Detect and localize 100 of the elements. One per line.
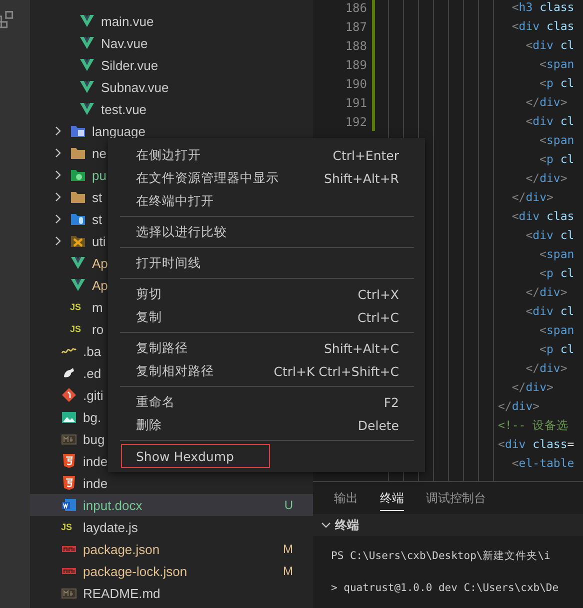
code-line: </div> bbox=[498, 398, 540, 415]
code-line: </div> bbox=[510, 189, 554, 206]
folder-icon bbox=[70, 145, 86, 161]
file-name[interactable]: st bbox=[92, 212, 102, 226]
file-name[interactable]: Silder.vue bbox=[101, 58, 158, 72]
chevron-right-icon[interactable] bbox=[53, 214, 63, 224]
file-name[interactable]: ro bbox=[92, 322, 104, 336]
menu-item[interactable]: 复制路径 Shift+Alt+C bbox=[108, 337, 425, 360]
menu-item[interactable]: 在终端中打开 bbox=[108, 190, 425, 213]
image-icon bbox=[61, 409, 77, 425]
folder-icon bbox=[70, 123, 86, 139]
code-line: <p cl bbox=[538, 75, 574, 92]
vue-icon bbox=[70, 255, 86, 271]
code-line: <div cl bbox=[524, 113, 574, 130]
code-line: <p cl bbox=[538, 151, 574, 168]
terminal-line: > quatrust@1.0.0 dev C:\Users\cxb\De bbox=[331, 581, 560, 596]
vue-icon bbox=[79, 13, 95, 29]
code-line: <div cl bbox=[524, 303, 574, 320]
code-line: <div cl bbox=[524, 37, 574, 54]
file-name[interactable]: bg. bbox=[83, 410, 102, 424]
js-file-icon: JS bbox=[61, 522, 77, 532]
git-status-letter: U bbox=[284, 498, 293, 512]
js-file-icon: JS bbox=[70, 324, 86, 334]
line-number: 192 bbox=[345, 114, 367, 128]
line-number: 186 bbox=[345, 0, 367, 14]
folder-icon bbox=[70, 211, 86, 227]
vue-icon bbox=[79, 35, 95, 51]
file-name[interactable]: bug bbox=[83, 432, 105, 446]
file-name[interactable]: package-lock.json bbox=[83, 564, 188, 578]
code-line: <span bbox=[538, 132, 574, 149]
chevron-right-icon[interactable] bbox=[53, 236, 63, 246]
html5-icon bbox=[61, 453, 77, 469]
line-number: 190 bbox=[345, 76, 367, 90]
vue-icon bbox=[79, 79, 95, 95]
menu-item[interactable]: 复制相对路径 Ctrl+K Ctrl+Shift+C bbox=[108, 360, 425, 383]
line-number: 189 bbox=[345, 58, 367, 72]
file-name[interactable]: .ba bbox=[83, 344, 102, 358]
file-name[interactable]: package.json bbox=[83, 542, 160, 556]
file-name[interactable]: Ap bbox=[92, 278, 108, 292]
word-icon bbox=[61, 497, 77, 513]
code-line: <span bbox=[538, 322, 574, 339]
git-icon bbox=[61, 387, 77, 403]
line-number: 187 bbox=[345, 20, 367, 34]
code-line: <!-- 设备选 bbox=[498, 417, 569, 434]
js-file-icon: JS bbox=[70, 302, 86, 312]
extensions-icon[interactable] bbox=[0, 9, 16, 31]
file-name[interactable]: m bbox=[92, 300, 103, 314]
panel-tab[interactable]: 调试控制台 bbox=[426, 485, 486, 511]
menu-item[interactable]: 重命名 F2 bbox=[108, 391, 425, 414]
menu-item[interactable]: Show Hexdump bbox=[122, 445, 269, 467]
section-title: 终端 bbox=[335, 516, 359, 534]
code-line: <h3 class bbox=[510, 0, 574, 16]
file-name[interactable]: .ed bbox=[83, 366, 102, 380]
git-status-letter: M bbox=[283, 564, 293, 578]
menu-item[interactable]: 在文件资源管理器中显示 Shift+Alt+R bbox=[108, 167, 425, 190]
file-name[interactable]: uti bbox=[92, 234, 106, 248]
panel-tab[interactable]: 输出 bbox=[334, 485, 358, 511]
menu-item[interactable]: 删除 Delete bbox=[108, 414, 425, 437]
chevron-right-icon[interactable] bbox=[53, 126, 63, 136]
file-name[interactable]: pu bbox=[92, 168, 106, 182]
vue-icon bbox=[79, 57, 95, 73]
line-number: 191 bbox=[345, 96, 367, 110]
file-name[interactable]: Subnav.vue bbox=[101, 80, 169, 94]
file-name[interactable]: Ap bbox=[92, 256, 108, 270]
code-line: </div> bbox=[510, 379, 554, 396]
menu-item[interactable]: 在侧边打开 Ctrl+Enter bbox=[108, 144, 425, 167]
file-name[interactable]: test.vue bbox=[101, 102, 147, 116]
vue-icon bbox=[70, 277, 86, 293]
code-line: </div> bbox=[524, 170, 568, 187]
code-line: </div> bbox=[524, 284, 568, 301]
file-name[interactable]: inde bbox=[83, 454, 108, 468]
file-name[interactable]: input.docx bbox=[83, 498, 142, 512]
line-number: 188 bbox=[345, 38, 367, 52]
html5-icon bbox=[61, 475, 77, 491]
chevron-right-icon[interactable] bbox=[53, 170, 63, 180]
file-name[interactable]: st bbox=[92, 190, 102, 204]
vue-icon bbox=[79, 101, 95, 117]
code-line: <span bbox=[538, 246, 574, 263]
chevron-right-icon[interactable] bbox=[53, 192, 63, 202]
file-name[interactable]: language bbox=[92, 124, 146, 138]
file-name[interactable]: laydate.js bbox=[83, 520, 138, 534]
menu-item[interactable]: 剪切 Ctrl+X bbox=[108, 283, 425, 306]
folder-icon bbox=[70, 189, 86, 205]
file-name[interactable]: main.vue bbox=[101, 14, 154, 28]
file-name[interactable]: inde bbox=[83, 476, 108, 490]
menu-item[interactable]: 打开时间线 bbox=[108, 252, 425, 275]
folder-icon bbox=[70, 167, 86, 183]
file-name[interactable]: ne bbox=[92, 146, 106, 160]
code-line: </div> bbox=[524, 94, 568, 111]
file-name[interactable]: README.md bbox=[83, 586, 160, 600]
panel-tab[interactable]: 终端 bbox=[380, 485, 404, 511]
code-line: <span bbox=[538, 56, 574, 73]
terminal-line: PS C:\Users\cxb\Desktop\新建文件夹\i bbox=[331, 549, 552, 564]
section-header[interactable]: 终端 bbox=[313, 514, 583, 536]
menu-item[interactable]: 复制 Ctrl+C bbox=[108, 306, 425, 329]
menu-item[interactable]: 选择以进行比较 bbox=[108, 221, 425, 244]
tools-icon bbox=[70, 233, 86, 249]
file-name[interactable]: Nav.vue bbox=[101, 36, 148, 50]
chevron-right-icon[interactable] bbox=[53, 148, 63, 158]
file-name[interactable]: .giti bbox=[83, 388, 104, 402]
